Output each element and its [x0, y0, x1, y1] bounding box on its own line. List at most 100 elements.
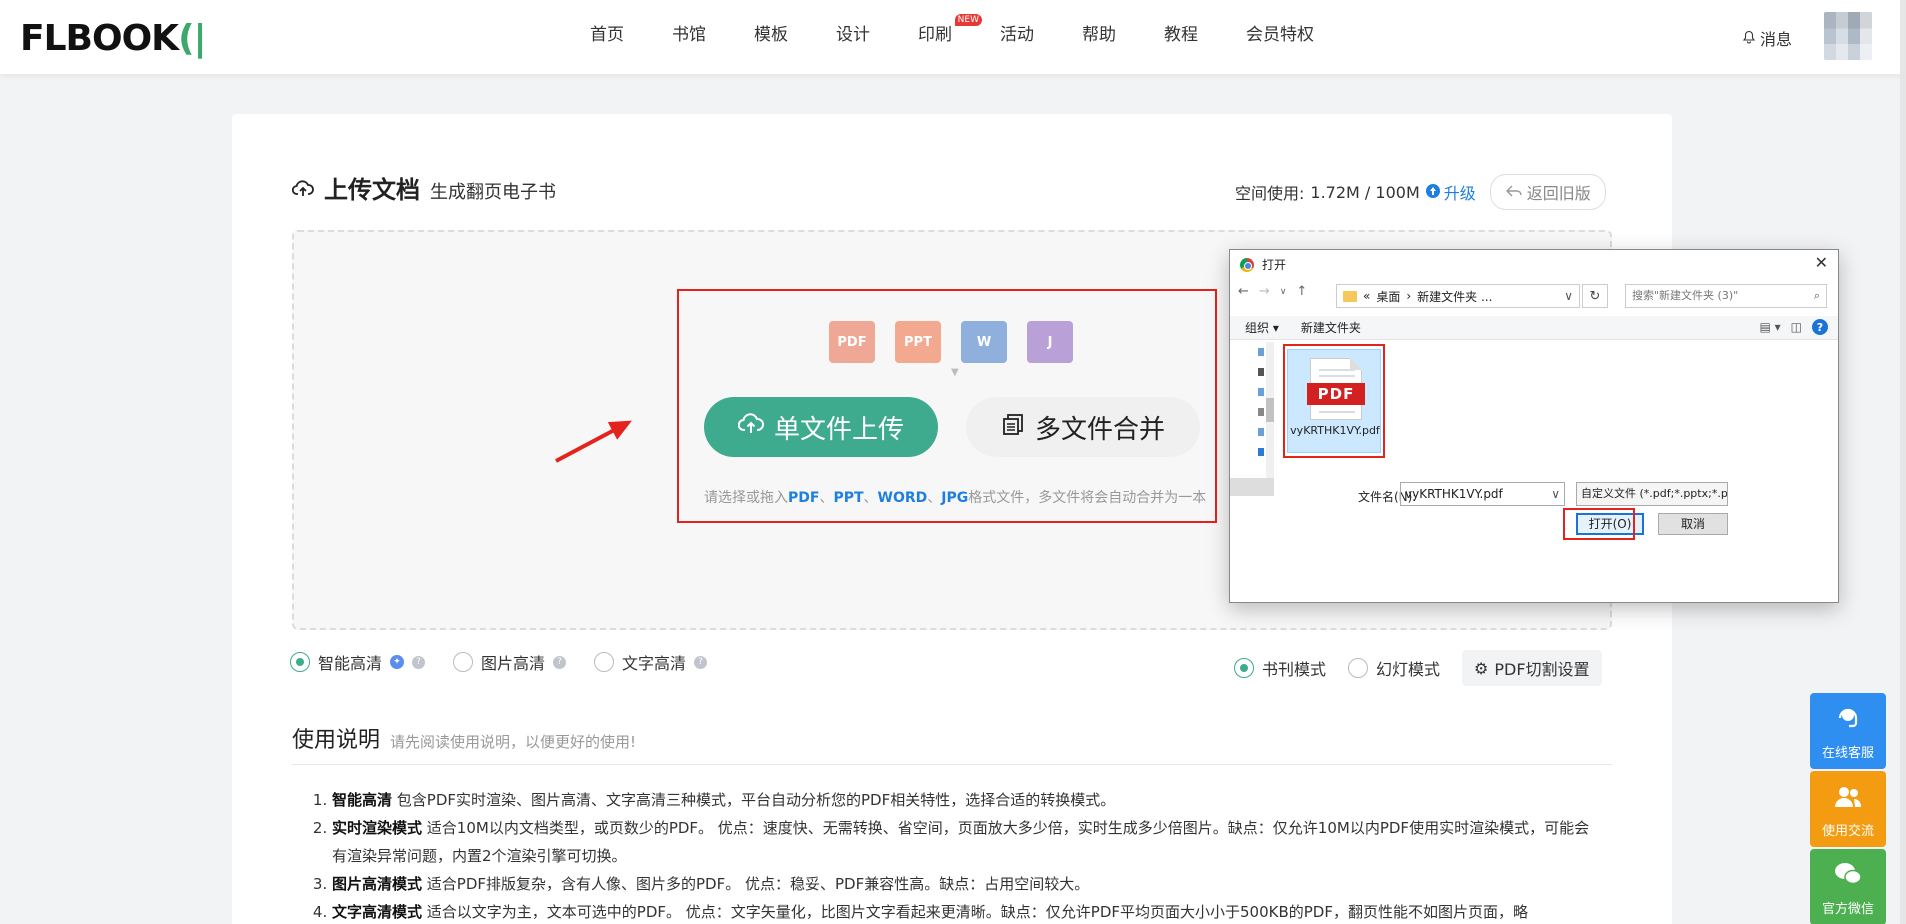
help-icon[interactable]: ? [1812, 319, 1828, 335]
dialog-search-input[interactable]: 搜索"新建文件夹 (3)" ⌕ [1625, 284, 1827, 308]
upgrade-icon [1425, 183, 1440, 202]
bell-icon [1742, 29, 1756, 48]
nav-tutorials[interactable]: 教程 [1164, 0, 1198, 74]
option-image-hd[interactable]: 图片高清? [453, 650, 567, 674]
nav-library[interactable]: 书馆 [672, 0, 706, 74]
tree-item-icon[interactable] [1258, 348, 1264, 356]
nav-pane[interactable] [1230, 342, 1274, 478]
radio-book-mode[interactable] [1234, 658, 1254, 678]
chevron-down-icon[interactable]: ∨ [1280, 287, 1287, 297]
folder-icon [1343, 290, 1357, 302]
users-icon [1834, 786, 1862, 814]
radio-text-hd[interactable] [594, 652, 615, 672]
radio-smart-hd[interactable] [290, 652, 310, 672]
instructions-subtitle: 请先阅读使用说明，以便更好的使用! [390, 733, 637, 751]
pdf-file-icon: PDF [829, 321, 875, 363]
highlight-box-open [1563, 508, 1635, 540]
pdf-split-button[interactable]: ⚙ PDF切割设置 [1462, 650, 1602, 686]
space-value: 1.72M / 100M [1310, 182, 1420, 202]
chevron-down-icon[interactable]: ∨ [1551, 483, 1560, 505]
highlight-box-file [1283, 344, 1385, 458]
upgrade-link[interactable]: 升级 [1425, 180, 1476, 204]
view-options-icon[interactable]: ▤ ▾ [1759, 320, 1780, 334]
top-header: FLBOOK(| 首页 书馆 模板 设计 印刷 NEW 活动 帮助 教程 会员特权… [0, 0, 1906, 74]
scrollbar-thumb[interactable] [1266, 398, 1274, 422]
instructions-list: 智能高清 包含PDF实时渲染、图片高清、文字高清三种模式，平台自动分析您的PDF… [312, 786, 1602, 924]
page-scrollbar[interactable] [1900, 0, 1906, 924]
space-label: 空间使用: [1235, 184, 1305, 203]
dialog-nav-buttons: ← → ∨ ↑ [1238, 284, 1307, 299]
radio-image-hd[interactable] [453, 652, 474, 672]
organize-menu[interactable]: 组织 ▾ [1245, 319, 1279, 336]
option-book-mode[interactable]: 书刊模式 [1234, 656, 1326, 680]
old-version-button[interactable]: 返回旧版 [1489, 174, 1606, 210]
word-file-icon: W [961, 321, 1007, 363]
nav-design[interactable]: 设计 [836, 0, 870, 74]
ppt-file-icon: PPT [895, 321, 941, 363]
mode-options: 书刊模式 幻灯模式 ⚙ PDF切割设置 [1234, 650, 1602, 686]
nav-help[interactable]: 帮助 [1082, 0, 1116, 74]
copy-icon [1001, 412, 1025, 443]
upload-hint: 请选择或拖入PDF、PPT、WORD、JPG格式文件，多文件将会自动合并为一本 [704, 490, 1207, 506]
help-icon[interactable]: ? [553, 655, 567, 669]
new-badge: NEW [954, 14, 982, 26]
preview-pane-icon[interactable]: ◫ [1791, 320, 1802, 334]
search-icon: ⌕ [1813, 289, 1820, 302]
tree-item-icon[interactable] [1258, 408, 1264, 416]
option-smart-hd[interactable]: 智能高清 ✦? [290, 650, 426, 674]
multi-merge-button[interactable]: 多文件合并 [966, 397, 1200, 457]
new-folder-button[interactable]: 新建文件夹 [1301, 319, 1361, 336]
space-usage: 空间使用: 1.72M / 100M 升级 返回旧版 [1235, 174, 1606, 210]
online-service-button[interactable]: 在线客服 [1810, 693, 1886, 769]
community-button[interactable]: 使用交流 [1810, 771, 1886, 847]
upload-box: PDF PPT W J ▼ 单文件上传 多文件合并 请选择或拖入PDF、PPT、… [677, 289, 1217, 523]
nav-home[interactable]: 首页 [590, 0, 624, 74]
address-bar[interactable]: « 桌面 › 新建文件夹 ... ∨ [1336, 284, 1580, 308]
flbook-logo[interactable]: FLBOOK(| [20, 18, 207, 59]
tree-item-icon[interactable] [1258, 368, 1264, 376]
chrome-icon [1240, 257, 1254, 272]
jpg-file-icon: J [1027, 321, 1073, 363]
quality-options: 智能高清 ✦? 图片高清? 文字高清? [290, 650, 708, 674]
help-icon[interactable]: ? [412, 655, 426, 669]
cancel-button[interactable]: 取消 [1658, 513, 1728, 535]
smart-badge-icon: ✦ [390, 655, 405, 669]
upload-title-row: 上传文档 生成翻页电子书 [291, 170, 556, 205]
tree-item-icon[interactable] [1258, 428, 1264, 436]
filetype-select[interactable]: 自定义文件 (*.pdf;*.pptx;*.ppt [1576, 482, 1728, 506]
back-arrow-icon[interactable]: ← [1238, 284, 1249, 299]
forward-arrow-icon[interactable]: → [1259, 284, 1270, 299]
option-slide-mode[interactable]: 幻灯模式 [1348, 656, 1440, 680]
tree-item-icon[interactable] [1258, 388, 1264, 396]
nav-events[interactable]: 活动 [1000, 0, 1034, 74]
avatar[interactable] [1824, 12, 1872, 60]
instructions-title: 使用说明 请先阅读使用说明，以便更好的使用! [292, 728, 637, 753]
single-upload-button[interactable]: 单文件上传 [704, 397, 938, 457]
nav-templates[interactable]: 模板 [754, 0, 788, 74]
refresh-icon[interactable]: ↻ [1582, 284, 1608, 308]
up-arrow-icon[interactable]: ↑ [1296, 284, 1307, 299]
dialog-title: 打开 [1262, 258, 1287, 272]
nav-print[interactable]: 印刷 NEW [918, 0, 982, 74]
wechat-button[interactable]: 官方微信 [1810, 849, 1886, 924]
radio-slide-mode[interactable] [1348, 658, 1369, 678]
return-icon [1505, 183, 1523, 202]
tree-item-icon[interactable] [1258, 448, 1264, 456]
chevron-down-icon[interactable]: ∨ [1564, 289, 1573, 303]
breadcrumb-folder[interactable]: 新建文件夹 ... [1417, 288, 1492, 305]
list-item: 文字高清模式 适合以文字为主，文本可选中的PDF。 优点：文字矢量化，比图片文字… [332, 898, 1602, 924]
headset-icon [1835, 704, 1861, 736]
open-file-dialog: 打开 ✕ ← → ∨ ↑ « 桌面 › 新建文件夹 ... ∨ ↻ 搜索"新建文… [1229, 249, 1839, 603]
option-text-hd[interactable]: 文字高清? [594, 650, 708, 674]
divider [292, 764, 1612, 765]
list-item: 实时渲染模式 适合10M以内文档类型，或页数少的PDF。 优点：速度快、无需转换… [332, 814, 1602, 870]
list-item: 智能高清 包含PDF实时渲染、图片高清、文字高清三种模式，平台自动分析您的PDF… [332, 786, 1602, 814]
messages-label: 消息 [1760, 30, 1793, 49]
close-icon[interactable]: ✕ [1815, 253, 1828, 272]
messages-link[interactable]: 消息 [1742, 26, 1792, 50]
filename-input[interactable]: vyKRTHK1VY.pdf ∨ [1400, 482, 1565, 506]
main-nav: 首页 书馆 模板 设计 印刷 NEW 活动 帮助 教程 会员特权 [590, 0, 1362, 74]
help-icon[interactable]: ? [694, 655, 708, 669]
breadcrumb-desktop[interactable]: 桌面 [1376, 288, 1400, 305]
nav-vip[interactable]: 会员特权 [1246, 0, 1314, 74]
